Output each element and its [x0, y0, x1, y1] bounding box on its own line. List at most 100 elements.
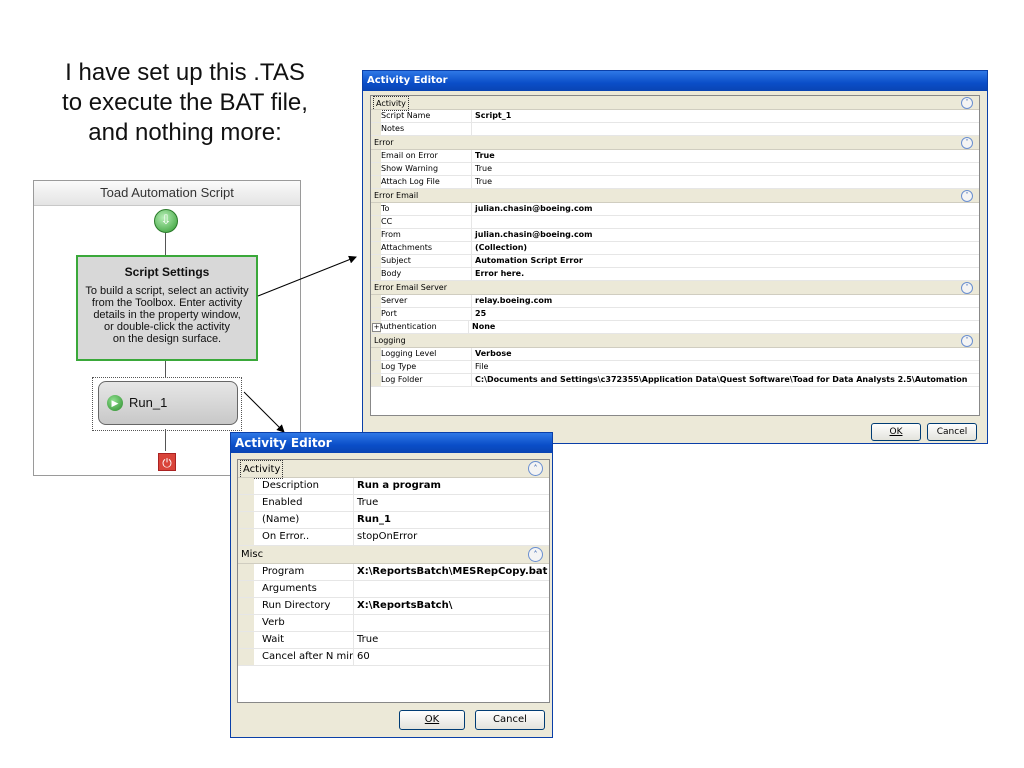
- property-value[interactable]: [472, 123, 979, 135]
- row-gutter: [371, 374, 381, 386]
- property-row-subject[interactable]: Subject Automation Script Error: [371, 255, 979, 268]
- property-row-wait[interactable]: Wait True: [238, 632, 549, 649]
- cancel-button[interactable]: Cancel: [927, 423, 977, 441]
- expand-plus-icon[interactable]: +: [372, 323, 381, 332]
- property-name: Authentication: [378, 321, 469, 333]
- property-row-attachments[interactable]: Attachments (Collection): [371, 242, 979, 255]
- property-value[interactable]: Automation Script Error: [472, 255, 979, 267]
- category-error[interactable]: Error ˄: [371, 136, 979, 150]
- property-row-show-warning[interactable]: Show Warning True: [371, 163, 979, 176]
- category-label: Misc: [241, 549, 264, 560]
- collapse-chevron-icon[interactable]: ˄: [528, 547, 543, 562]
- property-name: On Error..: [254, 529, 354, 545]
- property-row-on-error[interactable]: On Error.. stopOnError: [238, 529, 549, 546]
- property-row-attach-log-file[interactable]: Attach Log File True: [371, 176, 979, 189]
- property-value[interactable]: Run_1: [354, 512, 549, 528]
- instruction-line: on the design surface.: [112, 333, 222, 345]
- property-name: Cancel after N minut: [254, 649, 354, 665]
- collapse-chevron-icon[interactable]: ˄: [961, 97, 973, 109]
- property-row-from[interactable]: From julian.chasin@boeing.com: [371, 229, 979, 242]
- category-label: Error Email: [374, 191, 419, 200]
- property-value[interactable]: 25: [472, 308, 979, 320]
- property-row-log-folder[interactable]: Log Folder C:\Documents and Settings\c372…: [371, 374, 979, 387]
- row-gutter: [371, 216, 381, 228]
- property-row-email-on-error[interactable]: Email on Error True: [371, 150, 979, 163]
- category-logging[interactable]: Logging ˄: [371, 334, 979, 348]
- category-misc[interactable]: Misc ˄: [238, 546, 549, 564]
- caption-line: to execute the BAT file,: [62, 89, 308, 116]
- property-value[interactable]: [472, 216, 979, 228]
- automation-script-header: Toad Automation Script: [34, 181, 300, 206]
- property-row-enabled[interactable]: Enabled True: [238, 495, 549, 512]
- property-name: Program: [254, 564, 354, 580]
- collapse-chevron-icon[interactable]: ˄: [961, 282, 973, 294]
- row-gutter: [371, 268, 381, 280]
- property-value[interactable]: (Collection): [472, 242, 979, 254]
- property-value[interactable]: relay.boeing.com: [472, 295, 979, 307]
- property-value[interactable]: True: [472, 150, 979, 162]
- collapse-chevron-icon[interactable]: ˄: [528, 461, 543, 476]
- property-value[interactable]: True: [472, 163, 979, 175]
- property-value[interactable]: julian.chasin@boeing.com: [472, 203, 979, 215]
- start-arrow-icon[interactable]: ⇩: [154, 209, 178, 233]
- property-value[interactable]: stopOnError: [354, 529, 549, 545]
- collapse-chevron-icon[interactable]: ˄: [961, 137, 973, 149]
- run-activity-node[interactable]: ▶ Run_1: [98, 381, 238, 425]
- property-row-cc[interactable]: CC: [371, 216, 979, 229]
- ok-button[interactable]: OK: [399, 710, 465, 730]
- property-value[interactable]: True: [354, 495, 549, 511]
- property-value[interactable]: True: [472, 176, 979, 188]
- property-value[interactable]: julian.chasin@boeing.com: [472, 229, 979, 241]
- property-value[interactable]: C:\Documents and Settings\c372355\Applic…: [472, 374, 979, 386]
- row-gutter: [371, 163, 381, 175]
- property-row-run-directory[interactable]: Run Directory X:\ReportsBatch\: [238, 598, 549, 615]
- property-row-logging-level[interactable]: Logging Level Verbose: [371, 348, 979, 361]
- property-value[interactable]: Run a program: [354, 478, 549, 494]
- property-row-arguments[interactable]: Arguments: [238, 581, 549, 598]
- property-value[interactable]: [354, 581, 549, 597]
- property-row-cancel-after-n-minut[interactable]: Cancel after N minut60: [238, 649, 549, 666]
- property-value[interactable]: Script_1: [472, 110, 979, 122]
- collapse-chevron-icon[interactable]: ˄: [961, 335, 973, 347]
- property-row-script-name[interactable]: Script Name Script_1: [371, 110, 979, 123]
- property-value[interactable]: X:\ReportsBatch\MESRepCopy.bat: [354, 564, 549, 580]
- property-row-to[interactable]: To julian.chasin@boeing.com: [371, 203, 979, 216]
- property-value[interactable]: File: [472, 361, 979, 373]
- row-gutter: [238, 564, 254, 580]
- property-row-server[interactable]: Server relay.boeing.com: [371, 295, 979, 308]
- property-value[interactable]: X:\ReportsBatch\: [354, 598, 549, 614]
- property-name: (Name): [254, 512, 354, 528]
- cancel-button[interactable]: Cancel: [475, 710, 545, 730]
- property-row-authentication[interactable]: + Authentication None: [371, 321, 979, 334]
- property-name: Notes: [381, 123, 472, 135]
- property-row-notes[interactable]: Notes: [371, 123, 979, 136]
- category-error-email-server[interactable]: Error Email Server ˄: [371, 281, 979, 295]
- property-name: Port: [381, 308, 472, 320]
- category-label: Logging: [374, 336, 406, 345]
- instruction-line: To build a script, select an activity: [85, 285, 249, 297]
- category-error-email[interactable]: Error Email ˄: [371, 189, 979, 203]
- property-row-name[interactable]: (Name) Run_1: [238, 512, 549, 529]
- property-value[interactable]: Error here.: [472, 268, 979, 280]
- property-row-program[interactable]: Program X:\ReportsBatch\MESRepCopy.bat: [238, 564, 549, 581]
- property-name: CC: [381, 216, 472, 228]
- category-activity[interactable]: Activity ˄: [238, 460, 549, 479]
- dialog-title-bar: Activity Editor: [363, 71, 987, 91]
- ok-button[interactable]: OK: [871, 423, 921, 441]
- property-value[interactable]: Verbose: [472, 348, 979, 360]
- property-row-log-type[interactable]: Log Type File: [371, 361, 979, 374]
- category-activity[interactable]: Activity ˄: [371, 96, 979, 111]
- script-settings-box[interactable]: Script Settings To build a script, selec…: [76, 255, 258, 361]
- collapse-chevron-icon[interactable]: ˄: [961, 190, 973, 202]
- property-value[interactable]: [354, 615, 549, 631]
- property-name: Logging Level: [381, 348, 472, 360]
- property-row-description[interactable]: Description Run a program: [238, 478, 549, 495]
- property-value[interactable]: True: [354, 632, 549, 648]
- property-value[interactable]: None: [469, 321, 979, 333]
- stop-power-icon[interactable]: ⏻: [158, 453, 176, 471]
- property-value[interactable]: 60: [354, 649, 549, 665]
- activity-editor-run-dialog: Activity Editor Activity ˄ Description Run …: [230, 432, 553, 738]
- property-row-verb[interactable]: Verb: [238, 615, 549, 632]
- property-row-port[interactable]: Port 25: [371, 308, 979, 321]
- property-row-body[interactable]: Body Error here.: [371, 268, 979, 281]
